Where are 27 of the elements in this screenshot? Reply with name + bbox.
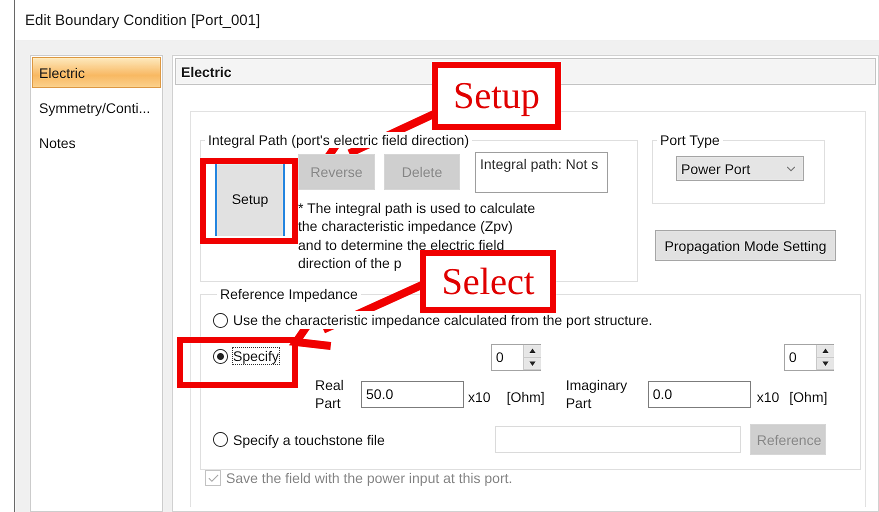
file-path-field[interactable] — [494, 426, 741, 453]
part-label: Imaginary Part — [566, 376, 628, 412]
part-label: Real Part — [315, 376, 345, 412]
multiplier-label: x10 — [468, 389, 491, 405]
sidebar-item[interactable]: Symmetry/Conti... — [32, 92, 161, 123]
propagation-mode-button[interactable]: Propagation Mode Setting — [655, 230, 836, 261]
radio-button[interactable] — [213, 312, 228, 328]
window-title: Edit Boundary Condition [Port_001] — [24, 10, 262, 30]
radio-button[interactable] — [213, 348, 228, 364]
status-field: Integral path: Not s — [475, 152, 608, 193]
value-field[interactable]: 50.0 — [361, 380, 464, 408]
callout-label: Select — [420, 250, 556, 313]
setup-button[interactable]: Setup — [215, 161, 285, 236]
callout-label: Setup — [432, 62, 561, 130]
exponent-spinner[interactable]: 0 — [490, 344, 541, 371]
check-icon — [206, 472, 220, 484]
port-type-dropdown[interactable]: Power Port — [676, 156, 804, 181]
sidebar-item[interactable]: Notes — [32, 127, 161, 158]
radio-button[interactable] — [213, 432, 228, 447]
exponent-spinner[interactable]: 0 — [784, 344, 834, 371]
sidebar-item[interactable]: Electric — [32, 57, 161, 88]
radio-label[interactable]: Specify — [232, 347, 280, 365]
unit-label: [Ohm] — [789, 389, 828, 405]
radio-label[interactable]: Use the characteristic impedance calculated from the port structure. — [232, 311, 654, 329]
multiplier-label: x10 — [756, 389, 780, 405]
unit-label: [Ohm] — [506, 389, 545, 405]
value-field[interactable]: 0.0 — [648, 380, 751, 408]
